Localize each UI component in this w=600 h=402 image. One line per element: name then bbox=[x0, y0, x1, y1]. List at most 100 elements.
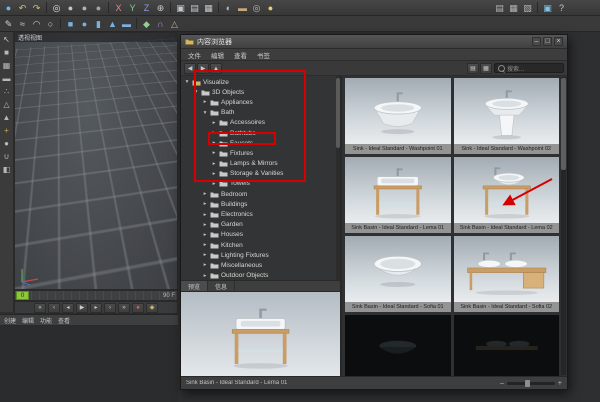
tree-item-lamps-mirrors[interactable]: ▸Lamps & Mirrors bbox=[181, 159, 340, 169]
material-menu-3[interactable]: 查看 bbox=[58, 316, 70, 325]
browser-menu-1[interactable]: 编辑 bbox=[206, 50, 229, 60]
rotate-icon[interactable]: ● bbox=[92, 2, 105, 14]
expander-icon[interactable]: ▸ bbox=[202, 262, 208, 268]
zoom-out-icon[interactable]: – bbox=[500, 380, 504, 387]
layout-single-view-icon[interactable]: ▤ bbox=[493, 2, 506, 14]
expander-icon[interactable]: ▸ bbox=[202, 201, 208, 207]
list-view-icon[interactable]: ▤ bbox=[467, 63, 479, 74]
tree-scrollbar-thumb[interactable] bbox=[336, 78, 340, 148]
expander-icon[interactable]: ▾ bbox=[202, 110, 208, 116]
expander-icon[interactable]: ▸ bbox=[211, 140, 217, 146]
arc-icon[interactable]: ◠ bbox=[30, 18, 43, 30]
asset-thumbnail[interactable]: Sink - Ideal Standard - Washpoint 01 bbox=[345, 78, 451, 154]
move-icon[interactable]: ● bbox=[64, 2, 77, 14]
y-axis-icon[interactable]: Y bbox=[126, 2, 139, 14]
lock-icon[interactable]: ◧ bbox=[1, 164, 13, 176]
tree-item-towels[interactable]: ▸Towels bbox=[181, 179, 340, 189]
asset-thumbnail[interactable]: Sink - Ideal Standard - Washpoint 02 bbox=[454, 78, 560, 154]
bend-deformer-icon[interactable]: ∩ bbox=[154, 18, 167, 30]
material-menu-0[interactable]: 创建 bbox=[4, 316, 16, 325]
record-button[interactable]: ● bbox=[132, 303, 144, 313]
tree-item-lighting-fixtures[interactable]: ▸Lighting Fixtures bbox=[181, 250, 340, 260]
expander-icon[interactable]: ▸ bbox=[211, 130, 217, 136]
tree-item-storage-vanities[interactable]: ▸Storage & Vanities bbox=[181, 169, 340, 179]
asset-thumbnail[interactable]: Sink Basin - Ideal Standard - Sofia 02 bbox=[454, 236, 560, 312]
expander-icon[interactable]: ▸ bbox=[211, 120, 217, 126]
thumbnail-size-slider[interactable] bbox=[507, 382, 555, 385]
render-picture-viewer-icon[interactable]: ▤ bbox=[188, 2, 201, 14]
content-browser-titlebar[interactable]: 内容浏览器 –□× bbox=[181, 35, 567, 49]
layout-quad-view-icon[interactable]: ▦ bbox=[507, 2, 520, 14]
expander-icon[interactable]: ▸ bbox=[211, 181, 217, 187]
browser-menu-0[interactable]: 文件 bbox=[183, 50, 206, 60]
timeline-ruler[interactable]: 0 90 F bbox=[14, 290, 178, 301]
expander-icon[interactable]: ▸ bbox=[211, 161, 217, 167]
expander-icon[interactable]: ▸ bbox=[202, 222, 208, 228]
expander-icon[interactable]: ▸ bbox=[202, 232, 208, 238]
tree-item-buildings[interactable]: ▸Buildings bbox=[181, 199, 340, 209]
keyframe-button[interactable]: ◆ bbox=[146, 303, 158, 313]
tree-item-faucets[interactable]: ▸Faucets bbox=[181, 138, 340, 148]
preview-tab-1[interactable]: 信息 bbox=[208, 281, 235, 291]
material-menu-2[interactable]: 功能 bbox=[40, 316, 52, 325]
circle-icon[interactable]: ○ bbox=[44, 18, 57, 30]
content-browser-launch-icon[interactable]: ▣ bbox=[541, 2, 554, 14]
camera-icon[interactable]: ◎ bbox=[250, 2, 263, 14]
expander-icon[interactable]: ▸ bbox=[202, 242, 208, 248]
tree-item-bedroom[interactable]: ▸Bedroom bbox=[181, 189, 340, 199]
tree-item-3d-objects[interactable]: ▾3D Objects bbox=[181, 87, 340, 97]
close-button[interactable]: × bbox=[554, 37, 563, 46]
browser-menu-3[interactable]: 书签 bbox=[252, 50, 275, 60]
viewport-solo-icon[interactable]: ● bbox=[1, 138, 13, 150]
tree-item-appliances[interactable]: ▸Appliances bbox=[181, 97, 340, 107]
asset-thumbnail[interactable]: Sink Basin - Ideal Standard - Sofia 01 bbox=[345, 236, 451, 312]
sphere-icon[interactable]: ● bbox=[78, 18, 91, 30]
points-mode-icon[interactable]: ∴ bbox=[1, 86, 13, 98]
play-button[interactable]: ▶ bbox=[76, 303, 88, 313]
snap-icon[interactable]: ∪ bbox=[1, 151, 13, 163]
pyramid-icon[interactable]: ▲ bbox=[106, 18, 119, 30]
grid-view-icon[interactable]: ▦ bbox=[480, 63, 492, 74]
render-settings-icon[interactable]: ▦ bbox=[202, 2, 215, 14]
material-manager-body[interactable] bbox=[0, 326, 178, 402]
viewport[interactable]: 透视视图 bbox=[14, 32, 178, 290]
scale-icon[interactable]: ● bbox=[78, 2, 91, 14]
tree-item-garden[interactable]: ▸Garden bbox=[181, 220, 340, 230]
polygons-mode-icon[interactable]: ▲ bbox=[1, 112, 13, 124]
back-icon[interactable]: ◀ bbox=[184, 63, 196, 74]
live-selection-icon[interactable]: ◎ bbox=[50, 2, 63, 14]
cylinder-icon[interactable]: ▮ bbox=[92, 18, 105, 30]
next-frame-button[interactable]: ▸ bbox=[90, 303, 102, 313]
texture-mode-icon[interactable]: ▦ bbox=[1, 60, 13, 72]
expander-icon[interactable]: ▸ bbox=[211, 150, 217, 156]
coordinate-system-icon[interactable]: ⊕ bbox=[154, 2, 167, 14]
search-input[interactable]: 搜索... bbox=[494, 63, 564, 73]
expander-icon[interactable]: ▸ bbox=[202, 252, 208, 258]
minimize-button[interactable]: – bbox=[532, 37, 541, 46]
c4d-logo-icon[interactable]: ● bbox=[2, 2, 15, 14]
asset-grid-scrollbar[interactable] bbox=[561, 77, 566, 375]
expander-icon[interactable]: ▸ bbox=[202, 273, 208, 279]
tree-scrollbar[interactable] bbox=[336, 76, 340, 280]
tree-item-houses[interactable]: ▸Houses bbox=[181, 230, 340, 240]
asset-thumbnail[interactable]: Sink Basin - Ideal Standard - Lema 02 bbox=[454, 157, 560, 233]
tree-item-fixtures[interactable]: ▸Fixtures bbox=[181, 148, 340, 158]
material-menu-1[interactable]: 编辑 bbox=[22, 316, 34, 325]
expander-icon[interactable]: ▾ bbox=[193, 89, 199, 95]
tree-item-visualize[interactable]: ▾Visualize bbox=[181, 77, 340, 87]
cube-icon[interactable]: ■ bbox=[64, 18, 77, 30]
prev-frame-button[interactable]: ◂ bbox=[62, 303, 74, 313]
edges-mode-icon[interactable]: △ bbox=[1, 99, 13, 111]
workplane-mode-icon[interactable]: ▬ bbox=[1, 73, 13, 85]
goto-start-button[interactable]: « bbox=[34, 303, 46, 313]
landscape-icon[interactable]: △ bbox=[168, 18, 181, 30]
spline-icon[interactable]: ≈ bbox=[16, 18, 29, 30]
floor-icon[interactable]: ▬ bbox=[236, 2, 249, 14]
expander-icon[interactable]: ▸ bbox=[211, 171, 217, 177]
asset-thumbnail[interactable] bbox=[454, 315, 560, 376]
light-icon[interactable]: ● bbox=[264, 2, 277, 14]
help-icon[interactable]: ? bbox=[555, 2, 568, 14]
enable-axis-icon[interactable]: + bbox=[1, 125, 13, 137]
tree-item-electronics[interactable]: ▸Electronics bbox=[181, 209, 340, 219]
asset-thumbnail[interactable]: Sink Basin - Ideal Standard - Lema 01 bbox=[345, 157, 451, 233]
